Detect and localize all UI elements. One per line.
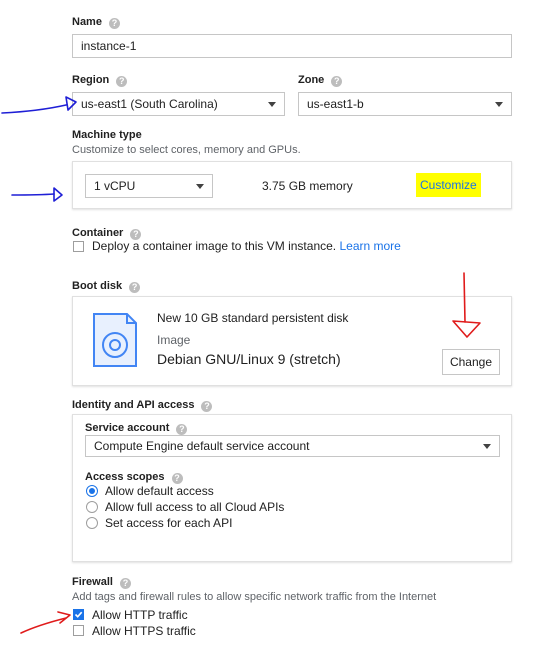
annotation-arrowhead-change xyxy=(452,320,481,338)
annotation-arrow-http xyxy=(20,617,67,634)
annotation-arrow-machine xyxy=(11,193,55,196)
annotation-arrow-change xyxy=(463,272,466,323)
annotation-arrowhead-region xyxy=(65,96,77,111)
annotation-arrowhead-http xyxy=(57,611,71,624)
annotation-arrowhead-machine xyxy=(53,187,63,202)
annotation-arrow-region xyxy=(1,104,67,114)
annotation-layer xyxy=(1,96,481,634)
